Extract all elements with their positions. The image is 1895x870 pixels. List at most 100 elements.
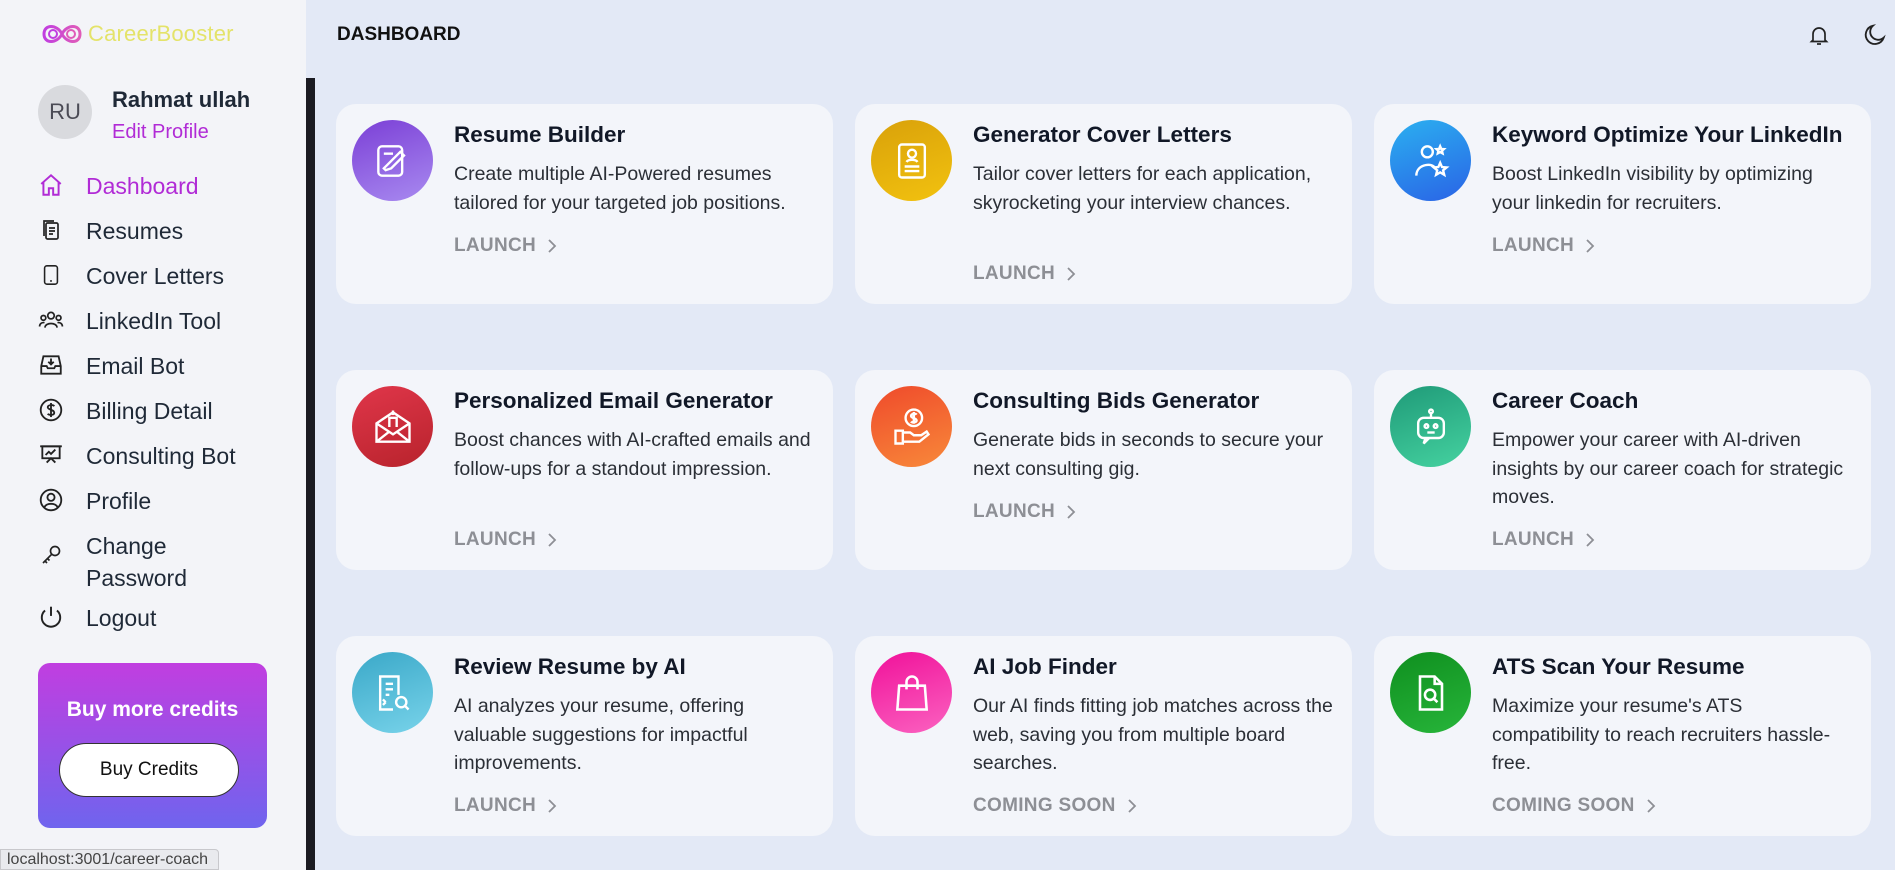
file-search-icon [1390, 652, 1471, 733]
nav-item-resumes[interactable]: Resumes [38, 215, 298, 247]
nav-item-cover-letters[interactable]: Cover Letters [38, 260, 298, 292]
sidebar-nav: Dashboard Resumes Cover Letters LinkedIn… [38, 170, 298, 634]
nav-label: Dashboard [86, 173, 199, 199]
nav-label: Change Password [86, 533, 187, 591]
card-description: Our AI finds fitting job matches across … [973, 695, 1333, 774]
chevron-right-icon [1067, 505, 1076, 519]
money-hand-icon [871, 386, 952, 467]
infinity-logo-icon [42, 25, 82, 43]
dollar-icon [38, 395, 64, 425]
chevron-right-icon [1647, 799, 1655, 813]
chevron-right-icon [548, 533, 557, 547]
card-title: Keyword Optimize Your LinkedIn [1492, 122, 1843, 147]
edit-document-icon [352, 120, 433, 201]
launch-button[interactable]: LAUNCH [454, 235, 558, 257]
launch-label: LAUNCH [1492, 235, 1575, 256]
card-linkedin-optimize[interactable]: Keyword Optimize Your LinkedIn Boost Lin… [1374, 104, 1871, 304]
nav-label: Consulting Bot [86, 443, 236, 469]
card-title: AI Job Finder [973, 654, 1117, 679]
card-title: Review Resume by AI [454, 654, 686, 679]
user-circle-icon [38, 485, 64, 515]
document-search-icon [352, 652, 433, 733]
launch-button[interactable]: LAUNCH [1492, 235, 1596, 257]
card-title: Resume Builder [454, 122, 626, 147]
chevron-right-icon [1067, 267, 1076, 281]
nav-label: LinkedIn Tool [86, 308, 222, 334]
avatar[interactable]: RU [38, 85, 92, 139]
nav-item-change-password[interactable]: Change Password [38, 530, 298, 594]
launch-label: LAUNCH [1492, 529, 1575, 550]
documents-icon [38, 215, 64, 245]
shopping-bag-icon [871, 652, 952, 733]
nav-item-logout[interactable]: Logout [38, 602, 298, 634]
card-cover-letters[interactable]: Generator Cover Letters Tailor cover let… [855, 104, 1352, 304]
buy-credits-card: Buy more credits Buy Credits [38, 663, 267, 828]
chevron-right-icon [1128, 799, 1136, 813]
robot-icon [1390, 386, 1471, 467]
user-name: Rahmat ullah [112, 87, 251, 112]
launch-button[interactable]: LAUNCH [973, 263, 1077, 285]
card-title: Generator Cover Letters [973, 122, 1232, 147]
launch-button[interactable]: LAUNCH [973, 501, 1077, 523]
nav-item-billing-detail[interactable]: Billing Detail [38, 395, 298, 427]
moon-icon[interactable] [1860, 20, 1890, 50]
card-title: Personalized Email Generator [454, 388, 773, 413]
launch-label: LAUNCH [454, 529, 537, 550]
edit-profile-link[interactable]: Edit Profile [112, 121, 250, 144]
card-description: Maximize your resume's ATS compatibility… [1492, 695, 1831, 774]
brand-name: CareerBooster [88, 21, 234, 46]
nav-item-consulting-bot[interactable]: Consulting Bot [38, 440, 298, 472]
card-ai-job-finder[interactable]: AI Job Finder Our AI finds fitting job m… [855, 636, 1352, 836]
card-description: Create multiple AI-Powered resumes tailo… [454, 163, 786, 214]
card-description: Empower your career with AI-driven insig… [1492, 429, 1844, 508]
launch-label: LAUNCH [454, 795, 537, 816]
page-title: DASHBOARD [337, 24, 461, 45]
tablet-icon [38, 260, 64, 290]
card-consulting-bids[interactable]: Consulting Bids Generator Generate bids … [855, 370, 1352, 570]
power-icon [38, 602, 64, 632]
coming-soon-button[interactable]: COMING SOON [1492, 795, 1657, 817]
card-description: Generate bids in seconds to secure your … [973, 429, 1324, 480]
launch-label: LAUNCH [973, 263, 1056, 284]
brand-logo[interactable]: CareerBooster [40, 18, 234, 50]
nav-label: Billing Detail [86, 398, 213, 424]
card-title: ATS Scan Your Resume [1492, 654, 1745, 679]
nav-item-email-bot[interactable]: Email Bot [38, 350, 298, 382]
card-email-generator[interactable]: Personalized Email Generator Boost chanc… [336, 370, 833, 570]
chevron-right-icon [1586, 239, 1595, 253]
card-career-coach[interactable]: Career Coach Empower your career with AI… [1374, 370, 1871, 570]
card-resume-builder[interactable]: Resume Builder Create multiple AI-Powere… [336, 104, 833, 304]
launch-button[interactable]: LAUNCH [454, 529, 558, 551]
card-review-resume[interactable]: Review Resume by AI AI analyzes your res… [336, 636, 833, 836]
launch-label: COMING SOON [1492, 795, 1635, 816]
card-ats-scan[interactable]: ATS Scan Your Resume Maximize your resum… [1374, 636, 1871, 836]
card-description: Tailor cover letters for each applicatio… [973, 163, 1312, 214]
presentation-icon [38, 440, 64, 470]
buy-credits-button[interactable]: Buy Credits [59, 743, 239, 797]
bell-icon[interactable] [1804, 20, 1834, 50]
chevron-right-icon [1586, 533, 1595, 547]
user-star-icon [1390, 120, 1471, 201]
card-description: AI analyzes your resume, offering valuab… [454, 695, 748, 774]
launch-label: LAUNCH [454, 235, 537, 256]
home-icon [38, 170, 64, 200]
card-description: Boost LinkedIn visibility by optimizing … [1492, 163, 1813, 214]
nav-label: Email Bot [86, 353, 185, 379]
nav-item-dashboard[interactable]: Dashboard [38, 170, 298, 202]
nav-label: Cover Letters [86, 263, 225, 289]
launch-label: LAUNCH [973, 501, 1056, 522]
status-bar-url: localhost:3001/career-coach [0, 849, 220, 870]
credits-title: Buy more credits [66, 698, 239, 721]
nav-label: Logout [86, 605, 157, 631]
card-title: Consulting Bids Generator [973, 388, 1260, 413]
launch-button[interactable]: LAUNCH [454, 795, 558, 817]
chevron-right-icon [548, 239, 557, 253]
sidebar-scrollbar[interactable] [306, 78, 315, 870]
nav-item-linkedin-tool[interactable]: LinkedIn Tool [38, 305, 298, 337]
nav-item-profile[interactable]: Profile [38, 485, 298, 517]
users-icon [38, 305, 64, 335]
inbox-icon [38, 350, 64, 380]
coming-soon-button[interactable]: COMING SOON [973, 795, 1138, 817]
launch-button[interactable]: LAUNCH [1492, 529, 1596, 551]
card-description: Boost chances with AI-crafted emails and… [454, 429, 811, 480]
